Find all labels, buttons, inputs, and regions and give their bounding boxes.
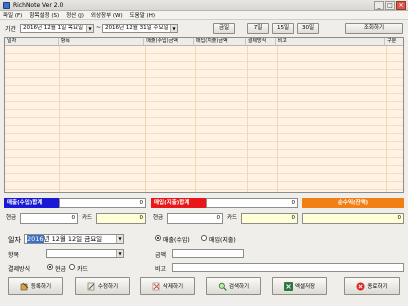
date-rest: 년 12월 12일 금요일 <box>43 235 103 243</box>
payment-cash-label: 현금 <box>55 266 67 273</box>
type-purchase-radio[interactable] <box>201 235 207 241</box>
grid-divider <box>59 46 60 192</box>
net-total-label: 순수익(잔액) <box>302 198 404 208</box>
menu-item-settings[interactable]: 항목설정 (S) <box>29 11 59 19</box>
payment-card-radio[interactable] <box>69 264 75 270</box>
menu-help[interactable]: 도움말 (H) <box>130 11 155 19</box>
menu-settlement[interactable]: 정산 (J) <box>66 11 84 19</box>
type-sales-label: 매출(수입) <box>163 237 190 244</box>
grid-divider <box>145 46 146 192</box>
grid-divider <box>277 46 278 192</box>
minimize-button[interactable]: _ <box>374 1 384 10</box>
entry-date-picker[interactable]: 2016년 12월 12일 금요일 ▼ <box>24 234 124 244</box>
payment-label: 결제방식 <box>8 266 31 273</box>
excel-icon <box>284 281 293 291</box>
register-label: 등록하기 <box>30 284 52 290</box>
period-label: 기간 <box>5 26 17 33</box>
window-title: RichNote Ver 2.0 <box>13 1 64 9</box>
column-payment[interactable]: 결제방식 <box>246 38 276 45</box>
purchase-cash-label: 현금 <box>153 215 164 221</box>
sales-total-label: 매출(수입)합계 <box>4 198 59 208</box>
memo-input[interactable] <box>172 263 404 272</box>
search-label: 검색하기 <box>228 284 250 290</box>
end-date-value: 2016년 12월 31일 수요일 <box>105 25 169 31</box>
payment-card-label: 카드 <box>77 266 89 273</box>
excel-save-label: 엑셀저장 <box>294 284 316 290</box>
edit-icon <box>87 282 96 291</box>
memo-label: 비고 <box>155 266 167 273</box>
grid-header: 일자 항목 매출(수입)금액 매입(지출)금액 결제방식 비고 구분 <box>5 38 403 46</box>
sales-card-value: 0 <box>96 213 146 224</box>
search-button[interactable]: 검색하기 <box>206 277 261 295</box>
column-type[interactable]: 구분 <box>385 38 403 45</box>
menu-credit-ledger[interactable]: 외상장부 (W) <box>91 11 123 19</box>
column-purchase-amount[interactable]: 매입(지출)금액 <box>194 38 246 45</box>
transactions-grid[interactable]: 일자 항목 매출(수입)금액 매입(지출)금액 결제방식 비고 구분 <box>4 37 404 193</box>
exit-icon <box>356 282 365 291</box>
7-days-button[interactable]: 7일 <box>247 23 269 34</box>
grid-divider <box>247 46 248 192</box>
purchase-cash-value: 0 <box>167 213 223 224</box>
purchase-total-value: 0 <box>206 198 298 208</box>
30-days-button[interactable]: 30일 <box>297 23 319 34</box>
menu-bar: 파일 (F) 항목설정 (S) 정산 (J) 외상장부 (W) 도움말 (H) <box>0 11 408 20</box>
delete-button[interactable]: 삭제하기 <box>140 277 195 295</box>
column-date[interactable]: 일자 <box>5 38 59 45</box>
purchase-card-label: 카드 <box>227 215 238 221</box>
search-period-button[interactable]: 조회하기 <box>345 23 403 34</box>
sales-cash-value: 0 <box>20 213 78 224</box>
maximize-button[interactable]: □ <box>385 1 395 10</box>
purchase-card-value: 0 <box>241 213 298 224</box>
payment-cash-radio[interactable] <box>47 264 53 270</box>
column-item[interactable]: 항목 <box>59 38 145 45</box>
amount-label: 금액 <box>155 252 167 259</box>
period-toolbar: 기간 2016년 12월 1일 목요일 ▼ ~ 2016년 12월 31일 수요… <box>0 21 408 35</box>
item-select[interactable]: ▼ <box>46 249 124 258</box>
app-icon <box>3 1 10 9</box>
exit-label: 종료하기 <box>367 284 388 290</box>
sales-total-value: 0 <box>59 198 146 208</box>
chevron-down-icon: ▼ <box>86 25 93 32</box>
magnifier-icon <box>218 282 227 291</box>
item-label: 항목 <box>8 252 20 259</box>
sales-card-label: 카드 <box>82 215 93 221</box>
grid-divider <box>195 46 196 192</box>
sales-cash-label: 현금 <box>6 215 17 221</box>
modify-button[interactable]: 수정하기 <box>75 277 130 295</box>
grid-divider <box>386 46 387 192</box>
column-sales-amount[interactable]: 매출(수입)금액 <box>144 38 195 45</box>
excel-save-button[interactable]: 엑셀저장 <box>272 277 327 295</box>
start-date-value: 2016년 12월 1일 목요일 <box>23 25 84 31</box>
close-button[interactable]: ✕ <box>396 1 406 10</box>
type-sales-radio[interactable] <box>155 235 161 241</box>
chevron-down-icon: ▼ <box>170 25 177 32</box>
column-memo[interactable]: 비고 <box>276 38 386 45</box>
end-date-picker[interactable]: 2016년 12월 31일 수요일 ▼ <box>102 24 178 33</box>
today-button[interactable]: 금일 <box>213 23 235 34</box>
delete-label: 삭제하기 <box>162 284 184 290</box>
title-bar: RichNote Ver 2.0 _ □ ✕ <box>0 0 408 11</box>
delete-icon <box>152 282 161 291</box>
date-label: 일자 <box>8 236 21 244</box>
start-date-picker[interactable]: 2016년 12월 1일 목요일 ▼ <box>20 24 94 33</box>
type-purchase-label: 매입(지출) <box>209 237 236 244</box>
net-total-value: 0 <box>302 213 404 224</box>
modify-label: 수정하기 <box>97 284 119 290</box>
register-icon <box>20 282 29 291</box>
purchase-total-label: 매입(지출)합계 <box>151 198 206 208</box>
grid-body[interactable] <box>5 46 403 192</box>
amount-input[interactable] <box>172 249 244 258</box>
chevron-down-icon: ▼ <box>116 235 123 243</box>
menu-file[interactable]: 파일 (F) <box>3 11 22 19</box>
date-year-segment: 2016 <box>27 235 44 243</box>
window-controls: _ □ ✕ <box>374 1 406 10</box>
exit-button[interactable]: 종료하기 <box>344 277 400 295</box>
chevron-down-icon: ▼ <box>116 250 123 257</box>
date-separator: ~ <box>96 24 102 31</box>
register-button[interactable]: 등록하기 <box>8 277 63 295</box>
15-days-button[interactable]: 15일 <box>272 23 294 34</box>
